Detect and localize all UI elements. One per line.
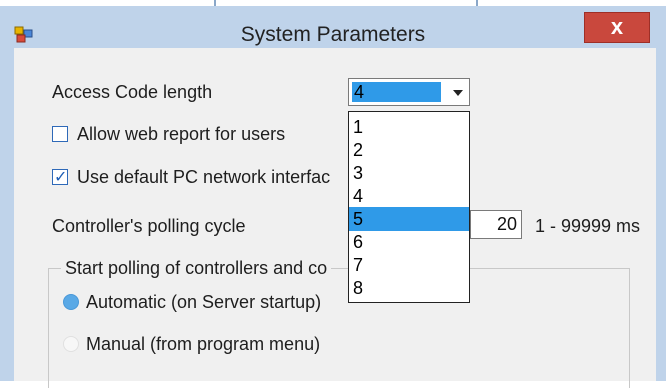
polling-cycle-label: Controller's polling cycle (52, 216, 246, 236)
allow-web-report-checkbox[interactable] (52, 126, 68, 142)
dropdown-option[interactable]: 4 (349, 184, 469, 208)
close-button[interactable]: x (584, 12, 650, 43)
polling-cycle-input[interactable]: 20 (470, 210, 522, 239)
automatic-radio[interactable] (63, 294, 79, 310)
manual-radio[interactable] (63, 336, 79, 352)
dropdown-option[interactable]: 3 (349, 161, 469, 185)
use-default-nic-checkbox[interactable] (52, 167, 68, 186)
window-title: System Parameters (240, 23, 426, 46)
dropdown-option[interactable]: 6 (349, 230, 469, 254)
polling-range-label: 1 - 99999 ms (535, 216, 641, 236)
dropdown-option-highlighted[interactable]: 5 (349, 207, 469, 231)
dropdown-option[interactable]: 8 (349, 276, 469, 300)
dropdown-option[interactable]: 7 (349, 253, 469, 277)
manual-radio-label[interactable]: Manual (from program menu) (86, 334, 320, 355)
access-code-length-dropdown-list: 1 2 3 4 5 6 7 8 (348, 111, 470, 303)
access-code-length-combobox[interactable]: 4 (348, 78, 470, 106)
access-code-length-label: Access Code length (52, 82, 213, 102)
combobox-selected-value: 4 (352, 82, 441, 102)
use-default-nic-label[interactable]: Use default PC network interfac (77, 167, 330, 188)
start-polling-group-label: Start polling of controllers and co (61, 258, 332, 279)
title-bar[interactable]: System Parameters x (0, 6, 666, 48)
dropdown-option[interactable]: 1 (349, 115, 469, 139)
start-polling-groupbox (48, 268, 630, 388)
allow-web-report-label[interactable]: Allow web report for users (77, 124, 285, 145)
chevron-down-icon[interactable] (453, 90, 463, 96)
dropdown-option[interactable]: 2 (349, 138, 469, 162)
automatic-radio-label[interactable]: Automatic (on Server startup) (86, 292, 321, 313)
